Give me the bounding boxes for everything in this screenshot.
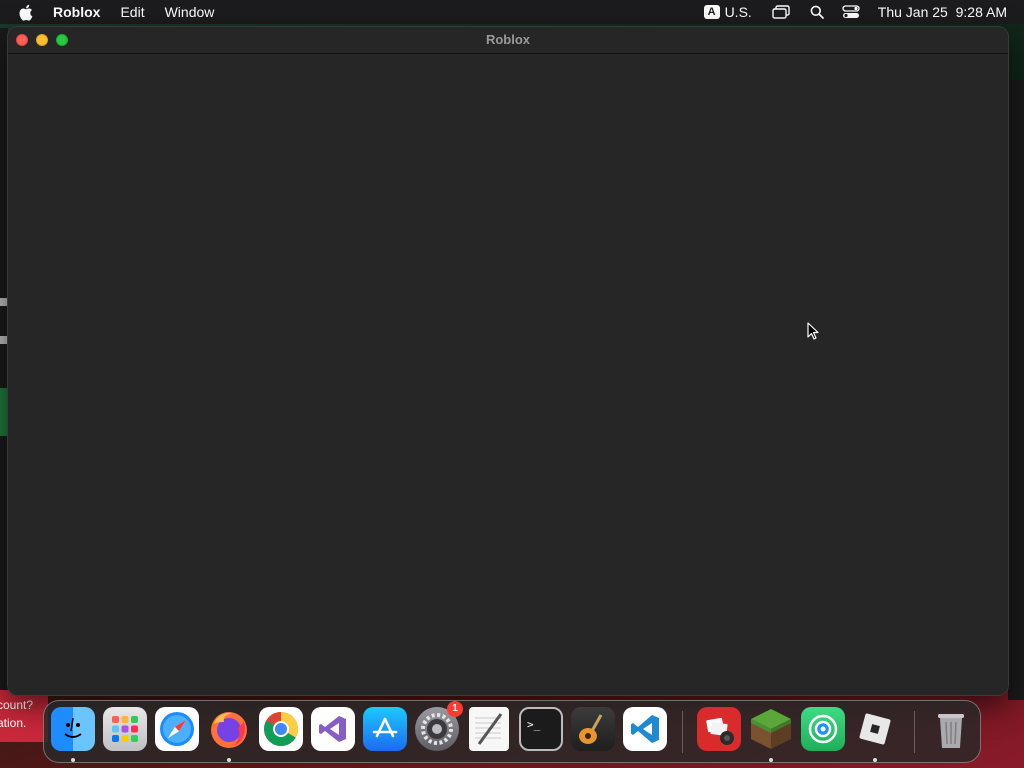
banner-text-line1: count? [0, 698, 34, 712]
window-content[interactable] [8, 54, 1008, 695]
vscode-icon[interactable] [623, 707, 667, 751]
chrome-icon[interactable] [259, 707, 303, 751]
spotlight-search-icon[interactable] [810, 5, 824, 19]
edit-menu[interactable]: Edit [120, 4, 144, 20]
window-menu[interactable]: Window [165, 4, 215, 20]
input-source-label: U.S. [724, 4, 752, 20]
background-window-edge [0, 28, 8, 698]
app-store-icon[interactable] [363, 707, 407, 751]
control-center-icon[interactable] [842, 5, 860, 19]
find-my-icon[interactable] [801, 707, 845, 751]
safari-icon[interactable] [155, 707, 199, 751]
input-source-menu[interactable]: A U.S. [703, 4, 752, 20]
background-window-element [0, 298, 8, 306]
menubar-clock[interactable]: Thu Jan 25 9:28 AM [878, 4, 1007, 20]
notification-badge: 1 [447, 701, 463, 717]
menu-bar: Roblox Edit Window A U.S. Thu Jan 25 9:2… [0, 0, 1024, 24]
roblox-running-indicator [873, 758, 877, 762]
background-window-edge-right [1008, 80, 1024, 700]
app-menu[interactable]: Roblox [53, 4, 100, 20]
apple-menu-icon[interactable] [18, 3, 34, 21]
textedit-icon[interactable] [469, 707, 509, 751]
trash-icon[interactable] [929, 707, 973, 751]
dock-separator [914, 711, 915, 753]
roblox-icon[interactable] [853, 707, 897, 751]
svg-text:>_: >_ [527, 718, 541, 731]
garageband-icon[interactable] [571, 707, 615, 751]
window-title: Roblox [485, 32, 531, 47]
firefox-icon[interactable] [207, 707, 251, 751]
finder-icon[interactable] [51, 707, 95, 751]
system-settings-icon[interactable]: 1 [415, 701, 463, 751]
background-window-element [0, 336, 8, 344]
launchpad-icon[interactable] [103, 707, 147, 751]
firefox-running-indicator [227, 758, 231, 762]
window-titlebar[interactable]: Roblox [8, 27, 1008, 54]
visual-studio-icon[interactable] [311, 707, 355, 751]
background-window-green-panel [0, 388, 8, 436]
terminal-icon[interactable]: >_ [519, 707, 563, 751]
photo-booth-icon[interactable] [697, 707, 741, 751]
minecraft-icon[interactable] [749, 707, 793, 751]
input-source-badge: A [703, 5, 720, 19]
dock: 1 >_ [43, 700, 981, 763]
roblox-window: Roblox [8, 27, 1008, 695]
minecraft-running-indicator [769, 758, 773, 762]
screen-mirroring-icon[interactable] [772, 5, 790, 19]
dock-separator [682, 711, 683, 753]
mouse-cursor-icon [807, 322, 819, 345]
finder-running-indicator [71, 758, 75, 762]
banner-text-line2: ation. [0, 716, 27, 730]
background-banner: count? ation. [0, 690, 48, 742]
